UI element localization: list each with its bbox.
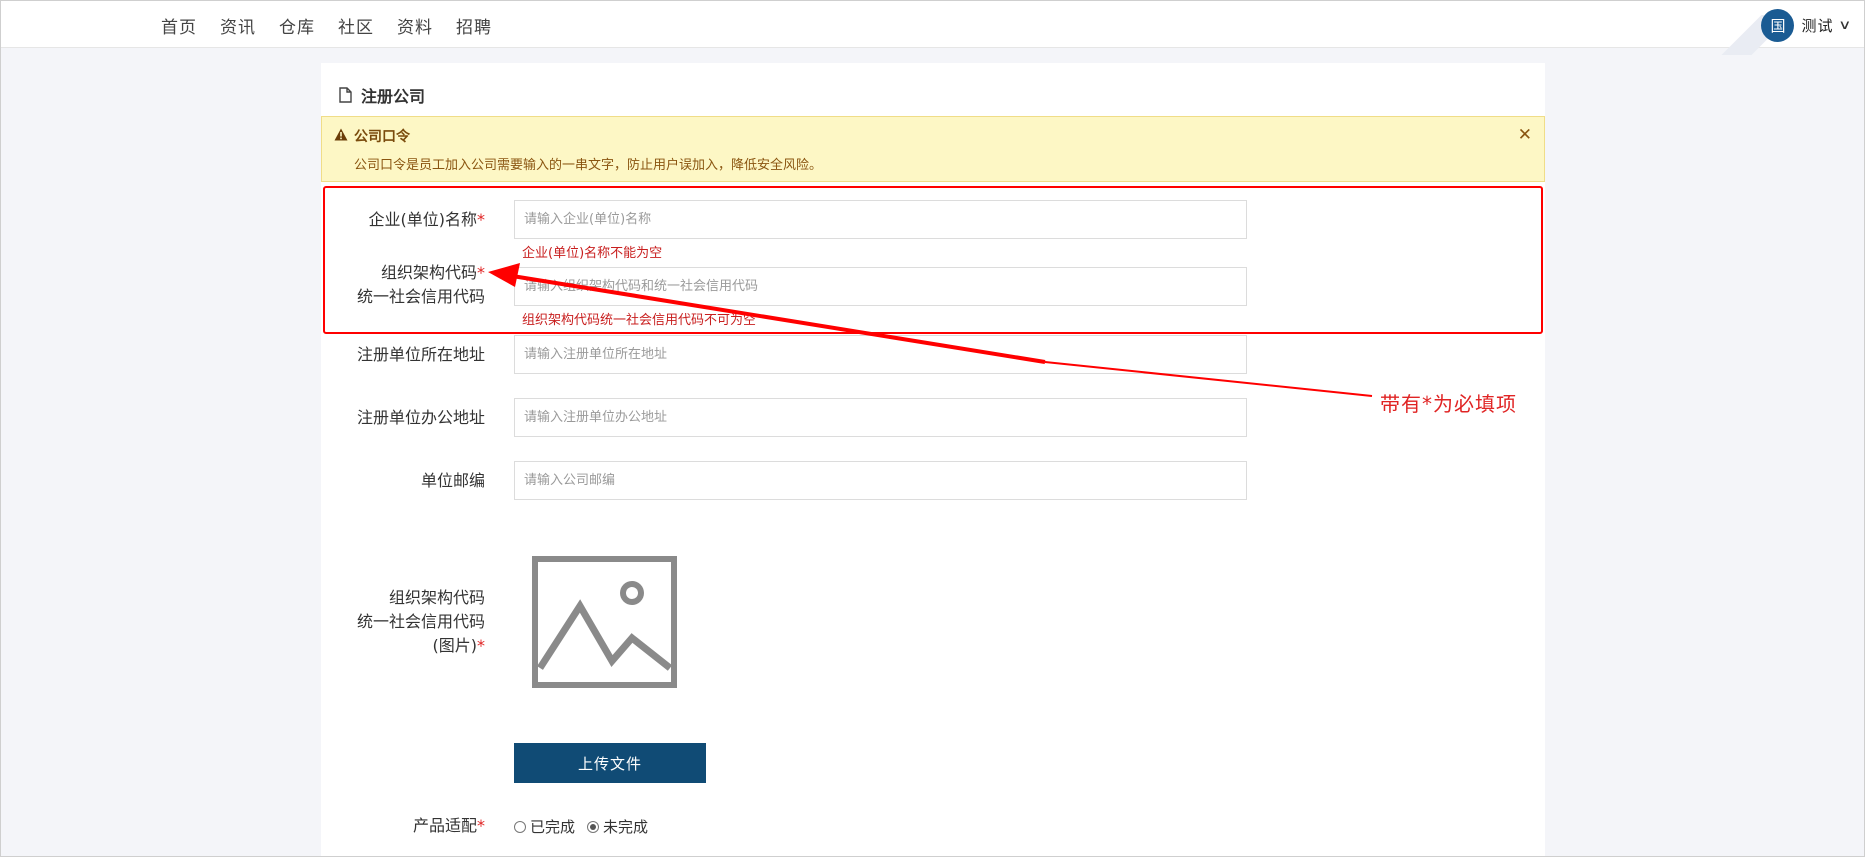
- nav-resources[interactable]: 资料: [397, 13, 433, 38]
- avatar[interactable]: 国: [1761, 9, 1795, 42]
- required-mark: *: [477, 816, 485, 835]
- nav-community[interactable]: 社区: [338, 13, 374, 38]
- document-icon: [339, 87, 352, 103]
- radio-completed[interactable]: 已完成: [514, 816, 575, 837]
- user-name[interactable]: 测试: [1801, 15, 1833, 36]
- reg-address-input[interactable]: [514, 335, 1247, 374]
- postcode-input[interactable]: [514, 461, 1247, 500]
- image-placeholder-icon: [532, 556, 677, 692]
- postcode-label: 单位邮编: [420, 471, 485, 490]
- radio-button-selected[interactable]: [587, 820, 600, 833]
- nav-home[interactable]: 首页: [161, 13, 197, 38]
- alert-header: 公司口令: [334, 126, 410, 146]
- company-passphrase-alert: 公司口令 公司口令是员工加入公司需要输入的一串文字，防止用户误加入，降低安全风险…: [321, 116, 1545, 182]
- office-address-input[interactable]: [514, 398, 1247, 437]
- warning-icon: [334, 128, 348, 145]
- register-company-card: 注册公司 公司口令 公司口令是员工加入公司需要输入的一串文字，防止用户误加入，降…: [321, 63, 1545, 857]
- page-title: 注册公司: [339, 83, 425, 107]
- code-image-label-line1: 组织架构代码: [388, 588, 485, 607]
- alert-title: 公司口令: [354, 129, 410, 145]
- top-navigation-bar: 首页 资讯 仓库 社区 资料 招聘 国 测试 ∨: [1, 1, 1864, 55]
- chevron-down-icon[interactable]: ∨: [1839, 18, 1852, 33]
- close-icon[interactable]: ✕: [1518, 125, 1532, 145]
- code-image-label-line3: (图片): [432, 636, 478, 655]
- annotation-text: 带有*为必填项: [1380, 392, 1517, 416]
- product-fit-radio-group: 已完成 未完成: [514, 816, 648, 837]
- nav-repository[interactable]: 仓库: [279, 13, 315, 38]
- nav-news[interactable]: 资讯: [220, 13, 256, 38]
- required-fields-highlight-box: [323, 186, 1543, 334]
- product-fit-label: 产品适配*: [413, 814, 485, 838]
- main-nav: 首页 资讯 仓库 社区 资料 招聘: [161, 13, 492, 38]
- radio-label: 已完成: [530, 818, 576, 836]
- radio-button[interactable]: [514, 820, 526, 833]
- office-address-label: 注册单位办公地址: [356, 408, 485, 427]
- radio-label: 未完成: [603, 818, 649, 836]
- nav-jobs[interactable]: 招聘: [456, 13, 492, 38]
- required-mark: *: [477, 636, 485, 655]
- upload-file-button[interactable]: 上传文件: [514, 743, 706, 783]
- product-fit-label-text: 产品适配: [412, 816, 477, 835]
- user-menu[interactable]: 国 测试 ∨: [1761, 9, 1852, 42]
- page-title-text: 注册公司: [361, 87, 426, 106]
- code-image-label-line2: 统一社会信用代码: [356, 612, 485, 631]
- code-image-label: 组织架构代码 统一社会信用代码 (图片)*: [357, 586, 485, 658]
- alert-body: 公司口令是员工加入公司需要输入的一串文字，防止用户误加入，降低安全风险。: [354, 158, 823, 173]
- reg-address-label: 注册单位所在地址: [356, 345, 485, 364]
- radio-not-completed[interactable]: 未完成: [587, 816, 648, 837]
